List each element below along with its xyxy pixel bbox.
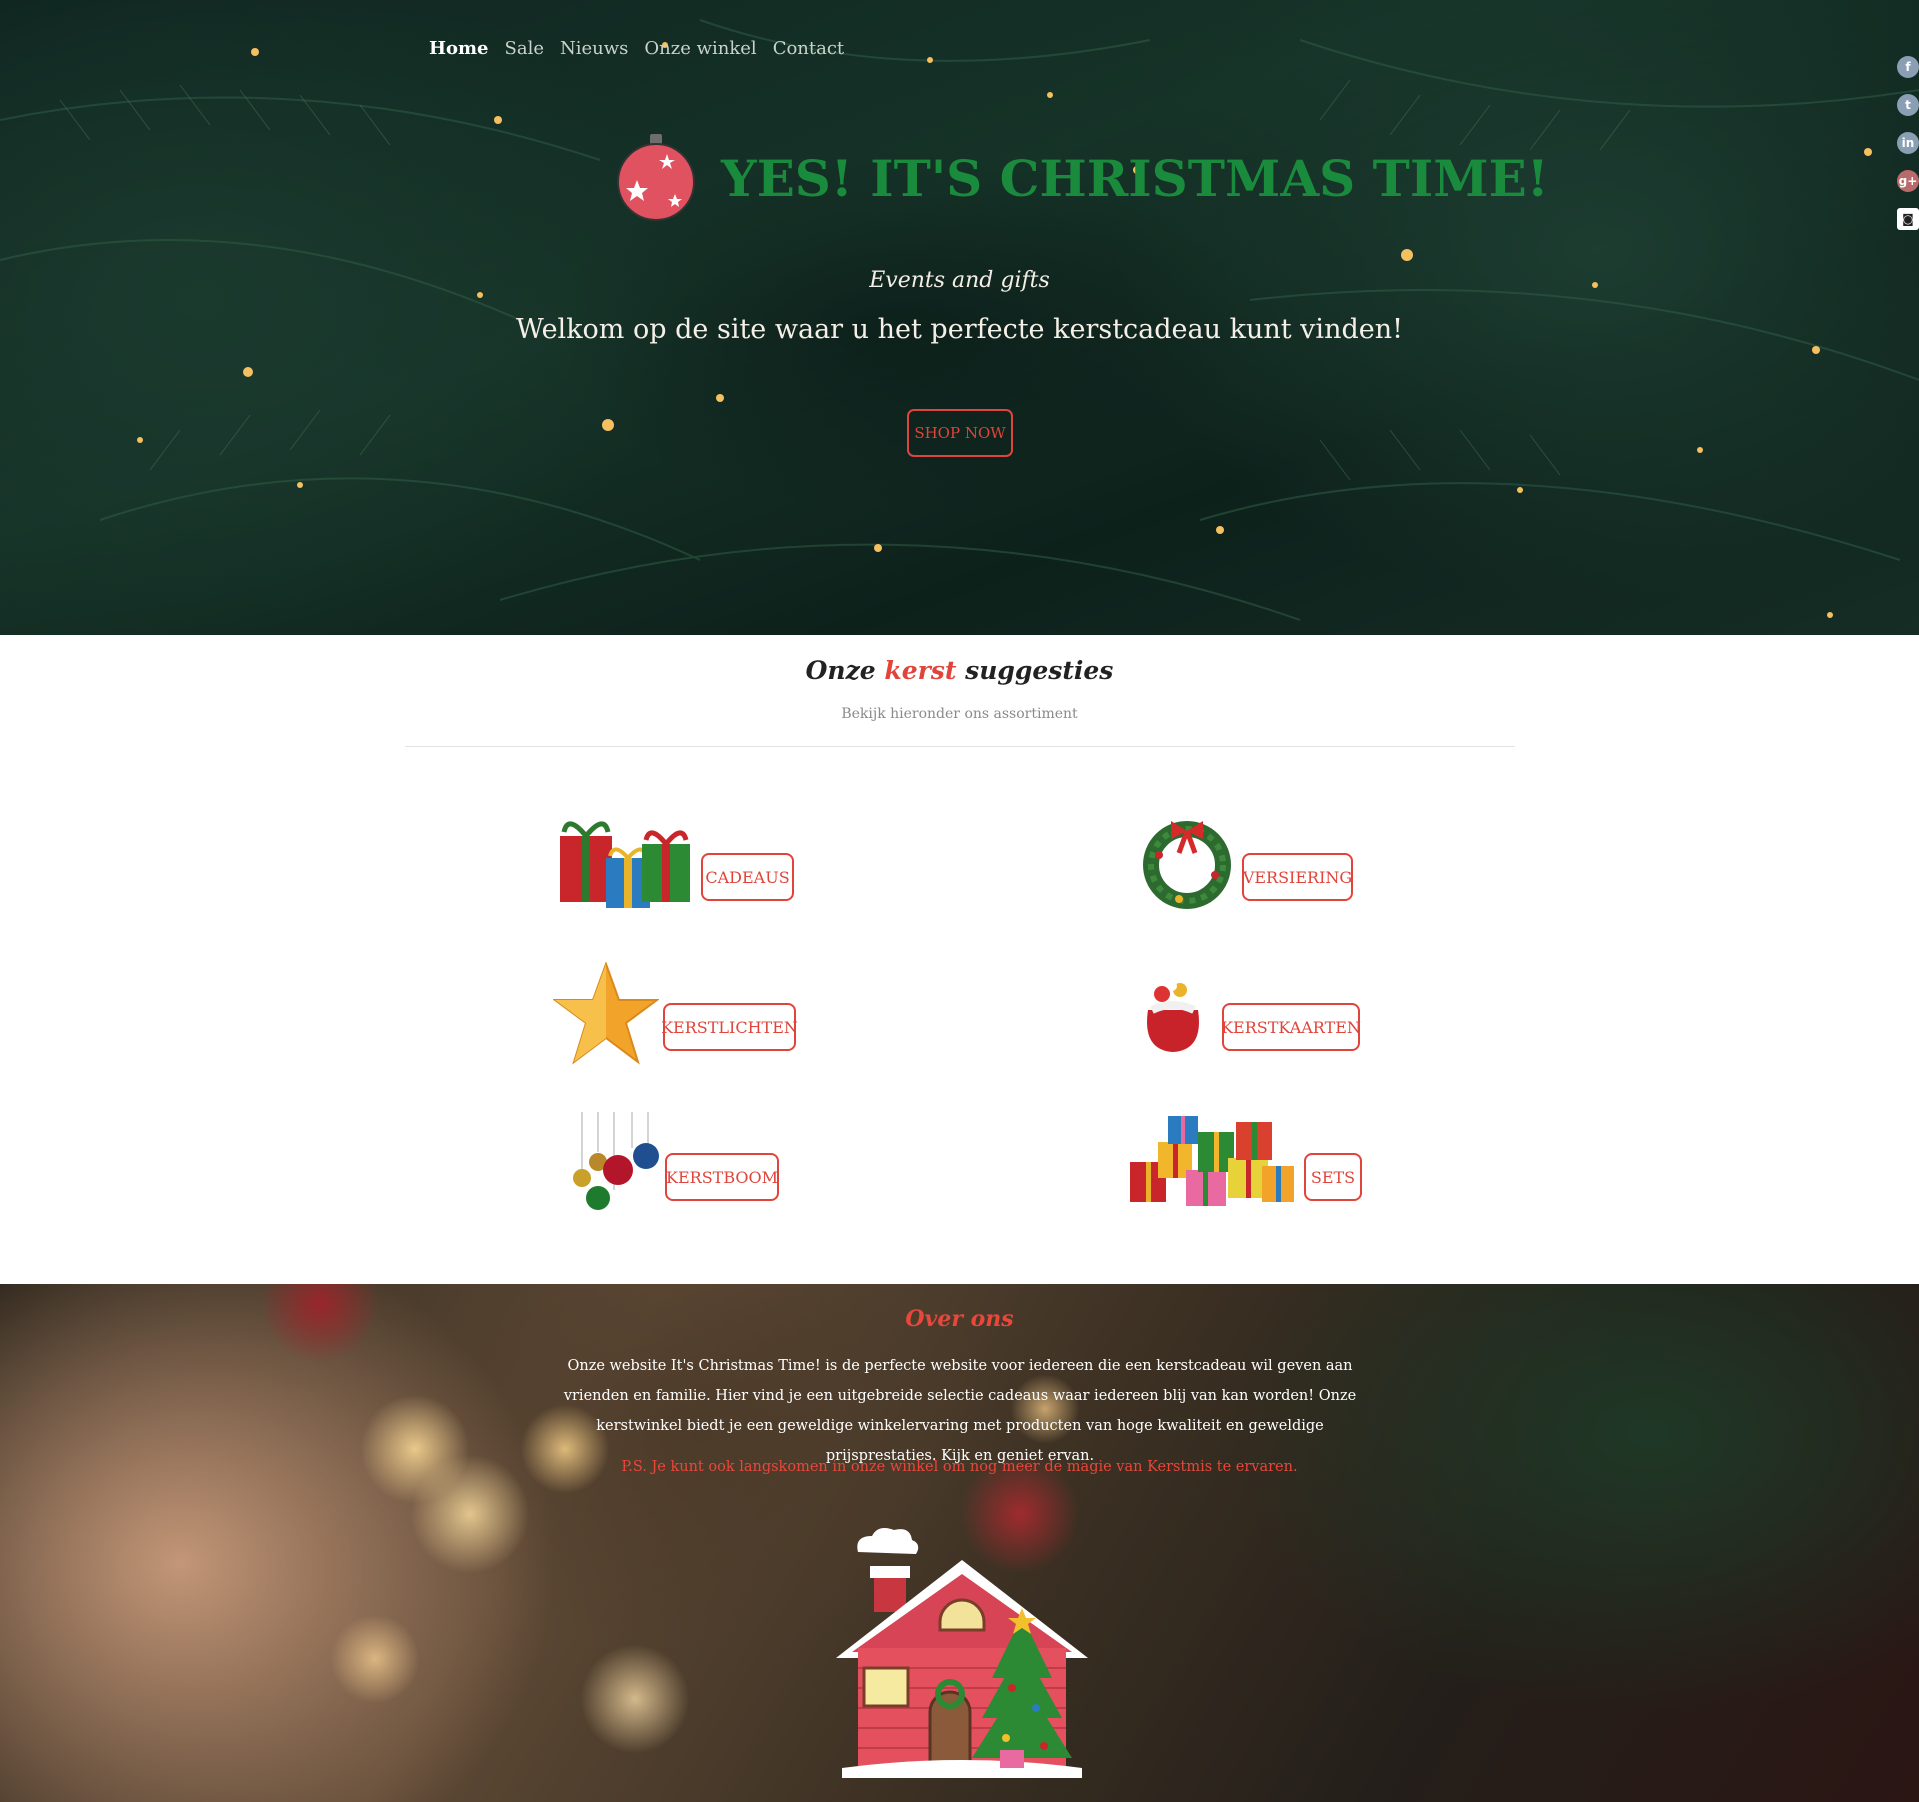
suggestions-subtitle: Bekijk hieronder ons assortiment bbox=[841, 706, 1078, 722]
linkedin-icon[interactable]: in bbox=[1897, 132, 1919, 154]
nav-sale[interactable]: Sale bbox=[505, 38, 544, 59]
hero-section: Home Sale Nieuws Onze winkel Contact f t… bbox=[0, 0, 1919, 635]
suggestions-title: Onze kerst suggesties bbox=[0, 656, 1919, 685]
suggestions-title-prefix: Onze bbox=[805, 656, 885, 685]
category-kerstkaarten-button[interactable]: KERSTKAARTEN bbox=[1221, 1003, 1361, 1051]
site-title: YES! IT'S CHRISTMAS TIME! bbox=[721, 148, 1549, 208]
baubles-icon bbox=[573, 1112, 659, 1210]
bokeh-light bbox=[580, 1644, 690, 1754]
category-kerstlichten-button[interactable]: KERSTLICHTEN bbox=[661, 1003, 798, 1051]
about-text: Onze website It's Christmas Time! is de … bbox=[563, 1358, 1357, 1464]
about-ps: P.S. Je kunt ook langskomen in onze wink… bbox=[621, 1459, 1298, 1475]
category-versiering-button[interactable]: VERSIERING bbox=[1242, 853, 1353, 901]
nav-contact[interactable]: Contact bbox=[773, 38, 844, 59]
santa-sack-icon bbox=[1147, 981, 1199, 1052]
googleplus-icon[interactable]: g+ bbox=[1897, 170, 1919, 192]
main-nav: Home Sale Nieuws Onze winkel Contact bbox=[429, 38, 844, 59]
gifts-icon bbox=[560, 821, 690, 908]
gift-pile-icon bbox=[1130, 1116, 1294, 1206]
star-icon bbox=[553, 962, 659, 1065]
social-bar: f t in g+ ◙ bbox=[1897, 56, 1919, 230]
nav-home[interactable]: Home bbox=[429, 38, 489, 59]
hero-tagline: Events and gifts bbox=[869, 268, 1050, 293]
instagram-icon[interactable]: ◙ bbox=[1897, 208, 1919, 230]
facebook-icon[interactable]: f bbox=[1897, 56, 1919, 78]
hero-welcome: Welkom op de site waar u het perfecte ke… bbox=[516, 314, 1403, 345]
christmas-house-icon bbox=[836, 1528, 1088, 1778]
suggestions-title-accent: kerst bbox=[884, 656, 957, 685]
hero-logo: YES! IT'S CHRISTMAS TIME! bbox=[615, 132, 1549, 224]
suggestions-title-suffix: suggesties bbox=[956, 656, 1114, 685]
nav-nieuws[interactable]: Nieuws bbox=[560, 38, 628, 59]
category-kerstboom-button[interactable]: KERSTBOOM bbox=[665, 1153, 779, 1201]
divider bbox=[405, 746, 1515, 747]
wreath-icon bbox=[1143, 821, 1231, 909]
about-section: Over ons Onze website It's Christmas Tim… bbox=[0, 1284, 1919, 1802]
shop-now-button[interactable]: SHOP NOW bbox=[907, 409, 1013, 457]
ornament-icon bbox=[617, 134, 695, 221]
about-title: Over ons bbox=[905, 1306, 1014, 1332]
twitter-icon[interactable]: t bbox=[1897, 94, 1919, 116]
bokeh-light bbox=[330, 1614, 420, 1704]
category-sets-button[interactable]: SETS bbox=[1304, 1153, 1362, 1201]
nav-onze-winkel[interactable]: Onze winkel bbox=[644, 38, 756, 59]
category-cadeaus-button[interactable]: CADEAUS bbox=[701, 853, 794, 901]
